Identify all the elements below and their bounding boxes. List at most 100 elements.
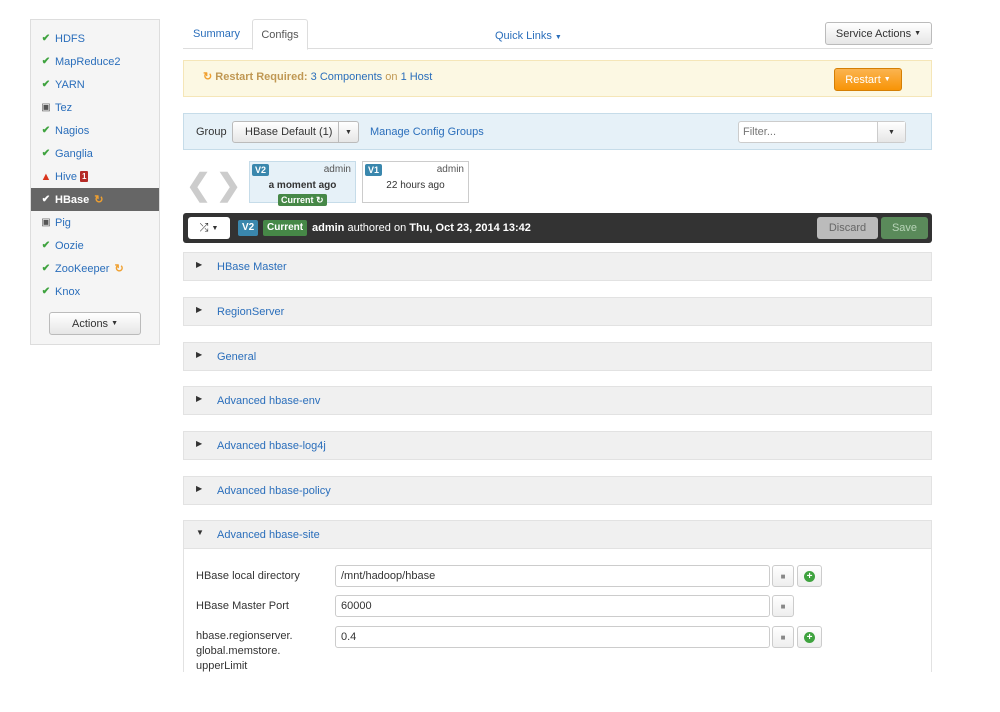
shuffle-icon: ⤮ [199, 221, 209, 234]
section-advanced-hbase-env[interactable]: ▶ Advanced hbase-env [183, 386, 932, 415]
lock-icon[interactable]: ■ [772, 595, 794, 617]
version-authored-info: admin authored on Thu, Oct 23, 2014 13:4… [312, 222, 531, 234]
compare-dropdown[interactable]: ⤮ ▼ [188, 217, 230, 239]
section-title: RegionServer [217, 306, 285, 318]
components-link[interactable]: 3 Components [311, 71, 383, 83]
caret-down-icon: ▼ [111, 320, 118, 327]
section-regionserver[interactable]: ▶ RegionServer [183, 297, 932, 326]
sidebar-item-nagios[interactable]: ✔ Nagios [31, 119, 159, 142]
caret-down-icon[interactable]: ▼ [877, 122, 905, 142]
sidebar-item-hive[interactable]: ▲ Hive 1 [31, 165, 159, 188]
config-group-select[interactable]: HBase Default (1) ▼ [232, 121, 359, 143]
sidebar-item-hdfs[interactable]: ✔ HDFS [31, 27, 159, 50]
version-tag: V1 [365, 164, 383, 176]
check-circle-icon: ✔ [41, 148, 51, 159]
sidebar-item-tez[interactable]: ▣ Tez [31, 96, 159, 119]
service-label: Tez [55, 101, 73, 114]
section-advanced-hbase-log4j[interactable]: ▶ Advanced hbase-log4j [183, 431, 932, 460]
lock-icon[interactable]: ■ [772, 626, 794, 648]
property-label: HBase local directory [196, 570, 300, 582]
service-label: Pig [55, 216, 71, 229]
hosts-link[interactable]: 1 Host [401, 71, 433, 83]
section-title: Advanced hbase-policy [217, 485, 331, 497]
chevron-right-icon[interactable]: ❯ [216, 168, 241, 203]
refresh-icon: ↻ [316, 195, 324, 205]
version-card-v2[interactable]: V2 admin a moment ago Current ↻ [249, 161, 356, 206]
actions-button[interactable]: Actions ▼ [49, 312, 141, 335]
chevron-left-icon[interactable]: ❮ [186, 168, 211, 203]
restart-prefix: Restart Required: [215, 71, 308, 83]
version-card-v1[interactable]: V1 admin 22 hours ago [362, 161, 469, 203]
section-title: Advanced hbase-log4j [217, 440, 326, 452]
service-label: Knox [55, 285, 81, 298]
add-override-button[interactable]: + [797, 626, 822, 648]
service-label: HDFS [55, 32, 85, 45]
lock-icon[interactable]: ■ [772, 565, 794, 587]
current-badge: Current ↻ [278, 194, 327, 206]
caret-down-icon: ▼ [211, 224, 219, 232]
service-label: Nagios [55, 124, 90, 137]
quick-links-dropdown[interactable]: Quick Links ▼ [495, 30, 562, 42]
service-label: MapReduce2 [55, 55, 121, 68]
check-circle-icon: ✔ [41, 194, 51, 205]
sidebar-item-ganglia[interactable]: ✔ Ganglia [31, 142, 159, 165]
group-label: Group [196, 126, 227, 138]
sidebar-item-oozie[interactable]: ✔ Oozie [31, 234, 159, 257]
triangle-right-icon: ▶ [196, 260, 203, 269]
tab-configs[interactable]: Configs [252, 19, 308, 50]
service-label: Hive [55, 170, 78, 183]
triangle-down-icon: ▼ [196, 528, 204, 537]
section-general[interactable]: ▶ General [183, 342, 932, 371]
plus-circle-icon: + [804, 631, 815, 643]
sidebar-item-yarn[interactable]: ✔ YARN [31, 73, 159, 96]
tab-summary[interactable]: Summary [193, 19, 240, 49]
triangle-right-icon: ▶ [196, 394, 203, 403]
sidebar-item-knox[interactable]: ✔ Knox [31, 280, 159, 303]
service-actions-button[interactable]: Service Actions ▼ [825, 22, 932, 45]
sidebar-item-hbase[interactable]: ✔ HBase ↻ [31, 188, 159, 211]
manage-config-groups-link[interactable]: Manage Config Groups [370, 126, 484, 138]
section-advanced-hbase-site[interactable]: ▼ Advanced hbase-site [183, 520, 932, 549]
actions-label: Actions [71, 317, 109, 330]
sidebar-item-zookeeper[interactable]: ✔ ZooKeeper ↻ [31, 257, 159, 280]
caret-down-icon: ▼ [883, 76, 891, 83]
section-title: HBase Master [217, 261, 287, 273]
sidebar-item-mapreduce2[interactable]: ✔ MapReduce2 [31, 50, 159, 73]
laptop-icon: ▣ [41, 217, 51, 228]
warning-triangle-icon: ▲ [40, 170, 52, 183]
restart-message: ↻ Restart Required: 3 Components on 1 Ho… [203, 70, 432, 83]
section-hbase-master[interactable]: ▶ HBase Master [183, 252, 932, 281]
restart-button[interactable]: Restart ▼ [834, 68, 902, 91]
refresh-icon: ↻ [114, 263, 124, 275]
version-author: admin [323, 164, 351, 175]
caret-down-icon[interactable]: ▼ [338, 122, 358, 142]
check-circle-icon: ✔ [41, 240, 51, 251]
on-text: on [385, 71, 398, 83]
version-author: admin [312, 222, 345, 234]
filter-input[interactable] [739, 122, 877, 142]
services-sidebar: ✔ HDFS ✔ MapReduce2 ✔ YARN ▣ Tez ✔ Nagio… [30, 19, 160, 345]
config-group-value: HBase Default (1) [245, 126, 333, 138]
version-author: admin [436, 164, 464, 175]
hbase-master-port-input[interactable] [335, 595, 770, 617]
add-override-button[interactable]: + [797, 565, 822, 587]
check-circle-icon: ✔ [41, 56, 51, 67]
hbase-local-directory-input[interactable] [335, 565, 770, 587]
memstore-upper-limit-input[interactable] [335, 626, 770, 648]
sidebar-item-pig[interactable]: ▣ Pig [31, 211, 159, 234]
caret-down-icon: ▼ [914, 30, 922, 37]
quick-links-label: Quick Links [495, 30, 552, 42]
alert-count-badge: 1 [80, 171, 89, 182]
version-time: 22 hours ago [386, 180, 445, 191]
laptop-icon: ▣ [41, 102, 51, 113]
service-label: YARN [55, 78, 85, 91]
triangle-right-icon: ▶ [196, 439, 203, 448]
section-title: Advanced hbase-env [217, 395, 321, 407]
check-circle-icon: ✔ [41, 286, 51, 297]
advanced-hbase-site-body: HBase local directory ■ + HBase Master P… [183, 549, 932, 672]
section-advanced-hbase-policy[interactable]: ▶ Advanced hbase-policy [183, 476, 932, 505]
save-button[interactable]: Save [881, 217, 928, 239]
discard-button[interactable]: Discard [817, 217, 878, 239]
property-label: hbase.regionserver. global.memstore. upp… [196, 630, 293, 672]
filter-box: ▼ [738, 121, 906, 143]
